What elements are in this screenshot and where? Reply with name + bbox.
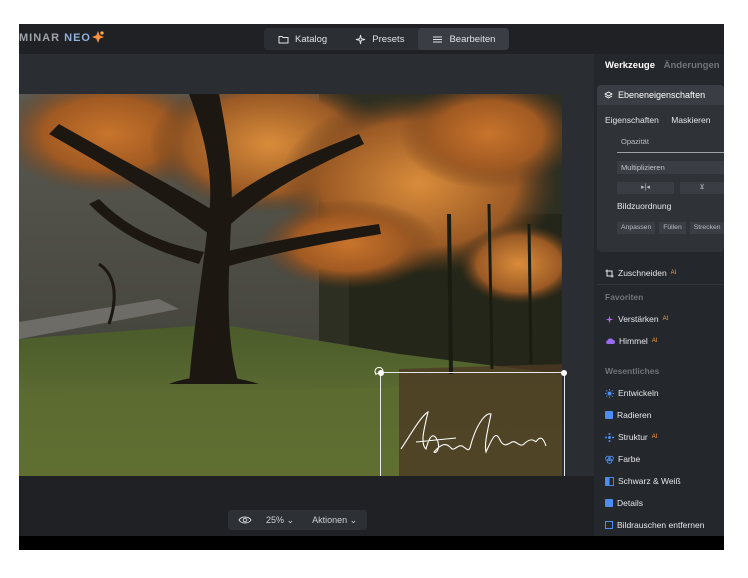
fit-anpassen-button[interactable]: Anpassen bbox=[617, 222, 656, 234]
resize-handle-top-right[interactable] bbox=[561, 370, 567, 376]
ai-badge: AI bbox=[651, 434, 658, 440]
essentials-title: Wesentliches bbox=[605, 366, 660, 376]
tools-panel: Werkzeuge Änderungen Ebeneneigenschaften… bbox=[594, 54, 724, 536]
image-fit-options: Anpassen Füllen Strecken bbox=[617, 222, 724, 234]
sparkle-icon bbox=[605, 315, 614, 323]
crop-icon bbox=[605, 269, 614, 277]
view-controls: 25% ⌄ Aktionen ⌄ bbox=[228, 510, 367, 530]
opacity-label: Opazität bbox=[621, 137, 649, 146]
layer-properties-title: Ebeneneigenschaften bbox=[618, 90, 706, 100]
rotate-icon[interactable] bbox=[373, 365, 385, 377]
denoise-icon bbox=[605, 521, 613, 529]
tab-bearbeiten-label: Bearbeiten bbox=[449, 33, 496, 45]
tool-schwarz-weiss[interactable]: Schwarz & Weiß bbox=[605, 476, 681, 486]
flip-horizontal-button[interactable]: ▸|◂ bbox=[617, 182, 674, 194]
bottom-strip bbox=[19, 536, 724, 550]
panel-tabs: Werkzeuge Änderungen bbox=[605, 60, 720, 71]
tool-verstaerken-label: Verstärken bbox=[618, 314, 659, 324]
app-window: MINAR NEO Katalog Presets Bearbeiten 25%… bbox=[19, 24, 724, 550]
layers-icon bbox=[604, 90, 613, 99]
tool-schwarz-weiss-label: Schwarz & Weiß bbox=[618, 476, 681, 486]
tab-katalog-label: Katalog bbox=[295, 33, 328, 45]
tool-himmel-label: Himmel bbox=[619, 336, 648, 346]
ai-badge: AI bbox=[651, 338, 658, 344]
fit-fuellen-button[interactable]: Füllen bbox=[659, 222, 686, 234]
brand-suffix: NEO bbox=[64, 32, 91, 44]
tool-himmel[interactable]: Himmel AI bbox=[605, 336, 657, 346]
layer-subtabs: Eigenschaften Maskieren bbox=[605, 115, 710, 125]
layer-properties-header[interactable]: Ebeneneigenschaften bbox=[597, 85, 724, 105]
tool-radieren[interactable]: Radieren bbox=[605, 410, 652, 420]
tab-werkzeuge[interactable]: Werkzeuge bbox=[605, 60, 655, 71]
top-bar: MINAR NEO Katalog Presets Bearbeiten bbox=[19, 24, 724, 54]
favorites-title: Favoriten bbox=[605, 292, 644, 302]
eraser-icon bbox=[605, 411, 613, 419]
tab-presets-label: Presets bbox=[372, 33, 405, 45]
divider bbox=[597, 284, 724, 285]
ai-badge: AI bbox=[662, 316, 669, 322]
opacity-slider[interactable]: Opazität bbox=[617, 133, 724, 153]
eye-icon[interactable] bbox=[238, 515, 252, 525]
layer-properties-panel: Ebeneneigenschaften Eigenschaften Maskie… bbox=[597, 85, 724, 252]
tool-details-label: Details bbox=[617, 498, 643, 508]
tab-aenderungen[interactable]: Änderungen bbox=[664, 60, 720, 71]
tool-bildrauschen[interactable]: Bildrauschen entfernen bbox=[605, 520, 704, 530]
brand-prefix: MINAR bbox=[19, 32, 61, 44]
tool-struktur-label: Struktur bbox=[618, 432, 648, 442]
sun-icon bbox=[605, 388, 614, 398]
luminar-star-icon bbox=[92, 31, 104, 43]
tool-details[interactable]: Details bbox=[605, 498, 643, 508]
tool-struktur[interactable]: Struktur AI bbox=[605, 432, 657, 442]
sliders-icon bbox=[433, 36, 443, 42]
tool-zuschneiden-label: Zuschneiden bbox=[618, 268, 667, 278]
details-icon bbox=[605, 499, 613, 507]
tool-entwickeln-label: Entwickeln bbox=[618, 388, 659, 398]
tool-farbe[interactable]: Farbe bbox=[605, 454, 640, 464]
fit-strecken-button[interactable]: Strecken bbox=[689, 222, 724, 234]
actions-dropdown[interactable]: Aktionen ⌄ bbox=[312, 515, 357, 526]
tool-zuschneiden[interactable]: Zuschneiden AI bbox=[605, 268, 676, 278]
main-mode-tabs: Katalog Presets Bearbeiten bbox=[264, 28, 510, 50]
tab-presets[interactable]: Presets bbox=[341, 28, 418, 50]
tab-maskieren[interactable]: Maskieren bbox=[671, 115, 710, 125]
brand-logo: MINAR NEO bbox=[19, 32, 91, 44]
flip-vertical-button[interactable]: ⊻ bbox=[680, 182, 724, 194]
signature-watermark bbox=[400, 410, 547, 454]
structure-icon bbox=[605, 432, 614, 442]
zoom-dropdown[interactable]: 25% ⌄ bbox=[266, 515, 294, 526]
color-icon bbox=[605, 455, 614, 464]
cloud-icon bbox=[606, 338, 615, 344]
tool-farbe-label: Farbe bbox=[618, 454, 641, 464]
tool-bildrauschen-label: Bildrauschen entfernen bbox=[617, 520, 705, 530]
blend-mode-select[interactable]: Multiplizieren bbox=[617, 161, 724, 174]
tab-eigenschaften[interactable]: Eigenschaften bbox=[605, 115, 659, 125]
folder-icon bbox=[278, 35, 289, 43]
tool-entwickeln[interactable]: Entwickeln bbox=[605, 388, 659, 398]
tab-katalog[interactable]: Katalog bbox=[264, 28, 341, 50]
image-fit-label: Bildzuordnung bbox=[617, 201, 672, 211]
black-white-icon bbox=[605, 476, 614, 486]
tool-radieren-label: Radieren bbox=[617, 410, 652, 420]
tab-bearbeiten[interactable]: Bearbeiten bbox=[418, 28, 510, 50]
ai-badge: AI bbox=[670, 270, 677, 276]
tool-verstaerken[interactable]: Verstärken AI bbox=[605, 314, 668, 324]
sparkle-icon bbox=[356, 34, 366, 44]
